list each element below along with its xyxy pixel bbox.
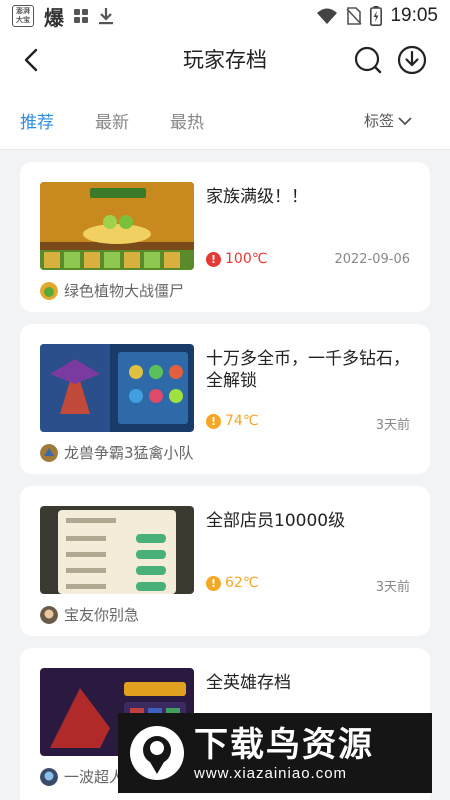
- post-thumbnail: [40, 344, 194, 432]
- heat-alert-icon: !: [206, 575, 221, 591]
- download-status-icon: [99, 8, 113, 25]
- battery-icon: [370, 6, 383, 26]
- post-date: 2022-09-06: [334, 252, 410, 267]
- clock: 19:05: [390, 5, 438, 26]
- game-avatar-icon: [40, 443, 58, 462]
- post-list: 家族满级！！ ! 100℃ 2022-09-06 绿色植物大战僵尸 十万多全币，…: [0, 150, 450, 800]
- tag-filter-label: 标签: [363, 112, 394, 130]
- game-avatar-icon: [40, 281, 58, 300]
- game-name: 龙兽争霸3猛禽小队: [64, 444, 194, 462]
- game-avatar-icon: [40, 767, 58, 786]
- post-title: 全部店员10000级: [206, 511, 346, 531]
- chevron-down-icon: [398, 116, 412, 125]
- apps-grid-icon: [74, 9, 88, 23]
- tab-latest[interactable]: 最新: [95, 108, 129, 133]
- game-name: 一波超人: [64, 768, 125, 786]
- game-tag[interactable]: 绿色植物大战僵尸: [40, 280, 184, 301]
- game-tag[interactable]: 龙兽争霸3猛禽小队: [40, 442, 194, 463]
- post-title: 十万多全币，一千多钻石，全解锁: [206, 349, 410, 391]
- heat-value: 62℃: [225, 575, 259, 591]
- heat-alert-icon: !: [206, 251, 221, 267]
- back-arrow-icon[interactable]: [18, 46, 46, 74]
- post-card[interactable]: 家族满级！！ ! 100℃ 2022-09-06 绿色植物大战僵尸: [20, 162, 430, 312]
- post-title: 全英雄存档: [206, 673, 291, 693]
- post-thumbnail: [40, 182, 194, 270]
- post-card[interactable]: 全部店员10000级 ! 62℃ 3天前 宝友你别急: [20, 486, 430, 636]
- post-card[interactable]: 十万多全币，一千多钻石，全解锁 ! 74℃ 3天前 龙兽争霸3猛禽小队: [20, 324, 430, 474]
- game-tag[interactable]: 一波超人: [40, 766, 124, 787]
- post-date: 3天前: [375, 418, 410, 433]
- no-sim-icon: [346, 7, 363, 25]
- download-icon[interactable]: [396, 44, 428, 76]
- game-name: 宝友你别急: [64, 606, 140, 624]
- post-title: 家族满级！！: [206, 187, 308, 207]
- game-name: 绿色植物大战僵尸: [64, 282, 185, 300]
- tab-recommended[interactable]: 推荐: [20, 108, 54, 133]
- watermark-title: 下载鸟资源: [194, 724, 374, 765]
- heat-value: 100℃: [225, 251, 268, 267]
- bird-logo-icon: [130, 726, 184, 780]
- tab-bar: 推荐 最新 最热 标签: [0, 88, 450, 150]
- tag-filter-dropdown[interactable]: 标签: [364, 110, 412, 131]
- game-tag[interactable]: 宝友你别急: [40, 604, 139, 625]
- post-thumbnail: [40, 506, 194, 594]
- watermark-banner: 下载鸟资源 www.xiazainiao.com: [118, 713, 432, 793]
- wifi-icon: [317, 8, 338, 24]
- heat-value: 74℃: [225, 413, 259, 429]
- status-bar: 澎湃大宝 爆 19:05: [0, 0, 450, 32]
- watermark-url: www.xiazainiao.com: [194, 764, 348, 782]
- heat-indicator: ! 100℃: [206, 251, 267, 267]
- tab-hottest[interactable]: 最热: [170, 108, 204, 133]
- game-avatar-icon: [40, 605, 58, 624]
- post-date: 3天前: [375, 580, 410, 595]
- heat-indicator: ! 74℃: [206, 413, 259, 429]
- search-icon[interactable]: [352, 44, 384, 76]
- app-header: 玩家存档: [0, 32, 450, 88]
- heat-alert-icon: !: [206, 413, 221, 429]
- bao-icon: 爆: [44, 5, 64, 30]
- heat-indicator: ! 62℃: [206, 575, 259, 591]
- app-badge-icon: 澎湃大宝: [12, 5, 34, 27]
